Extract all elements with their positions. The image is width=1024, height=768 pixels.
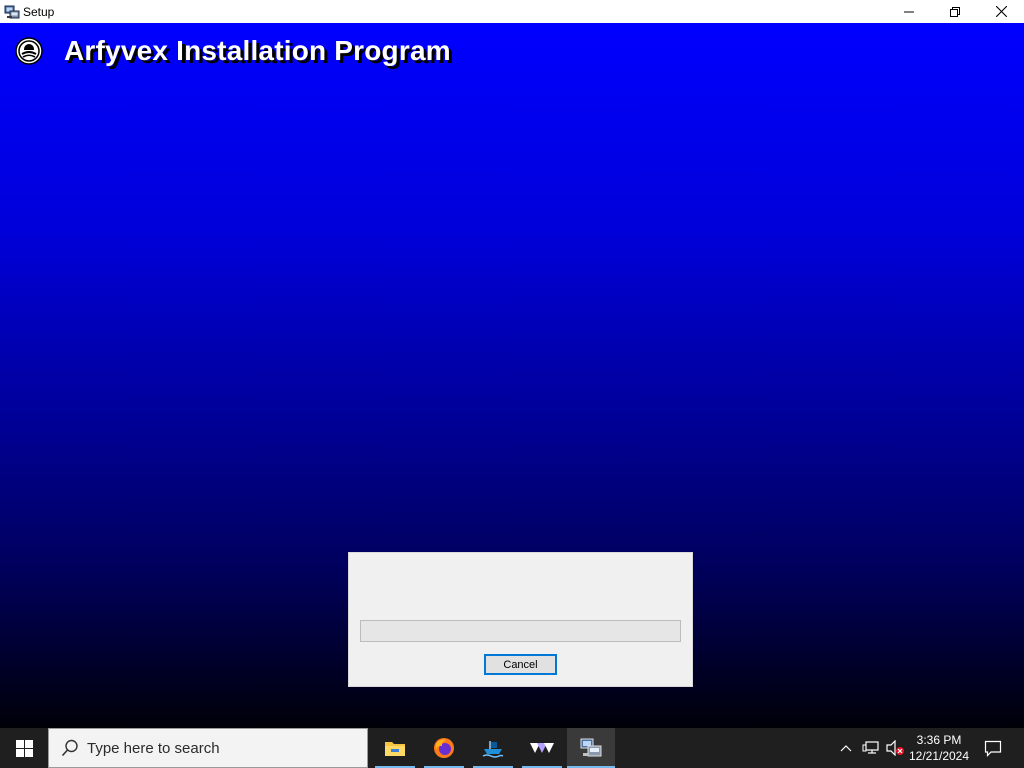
progress-dialog: Cancel [348,552,693,687]
firefox-icon [434,738,454,758]
taskbar-firefox[interactable] [424,728,464,768]
volume-muted-icon [886,740,904,756]
close-button[interactable] [978,0,1024,23]
taskbar-setup[interactable] [567,728,615,768]
windows-logo-icon [15,739,33,757]
cancel-button[interactable]: Cancel [484,654,557,675]
volume-button[interactable] [884,728,906,768]
restore-icon [950,6,960,17]
app-boat-icon [482,741,504,758]
close-icon [995,6,1007,17]
setup-title: Arfyvex Installation Program [64,35,451,66]
search-placeholder: Type here to search [87,739,220,757]
clock-time: 3:36 PM [916,733,962,747]
app-wave-icon [530,743,554,753]
status-text [361,569,681,585]
search-icon [61,739,78,757]
clock-date: 12/21/2024 [908,749,970,763]
start-button[interactable] [0,728,48,768]
taskbar-app-wave[interactable] [522,728,562,768]
window-title: Setup [23,4,55,19]
setup-logo-icon [15,37,43,65]
setup-app-icon [4,5,20,18]
file-explorer-icon [385,742,405,756]
minimize-icon [904,11,914,12]
window-title-bar: Setup [0,0,1024,23]
taskbar-file-explorer[interactable] [375,728,415,768]
network-icon [862,741,879,754]
chevron-up-icon [840,745,852,752]
taskbar-app-boat[interactable] [473,728,513,768]
taskbar-search-box[interactable]: Type here to search [48,728,368,768]
network-button[interactable] [860,728,882,768]
taskbar-clock[interactable]: 3:36 PM 12/21/2024 [906,728,972,768]
action-center-button[interactable] [978,728,1008,768]
show-hidden-icons-button[interactable] [836,728,856,768]
progress-bar [360,620,681,642]
notification-icon [984,740,1002,757]
minimize-button[interactable] [886,0,932,23]
restore-button[interactable] [932,0,978,23]
taskbar: Type here to search 3:36 PM 12/21/2024 [0,728,1024,768]
setup-icon [580,738,602,757]
